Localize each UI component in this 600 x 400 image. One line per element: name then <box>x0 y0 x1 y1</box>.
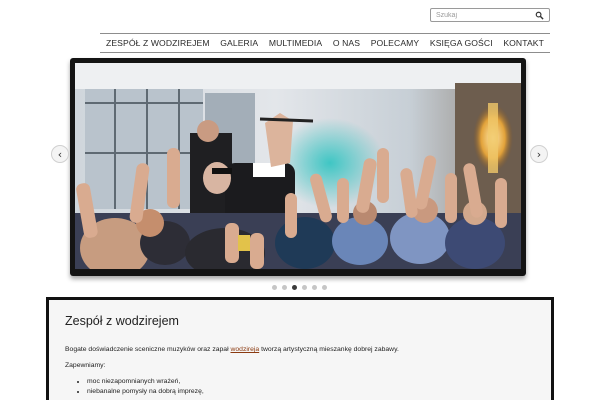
nav-item-multimedia[interactable]: MULTIMEDIA <box>269 38 322 48</box>
subheading: Zapewniamy: <box>65 362 106 369</box>
nav-item-polecamy[interactable]: POLECAMY <box>371 38 420 48</box>
wodzireja-link[interactable]: wodzireja <box>230 346 259 353</box>
image-slider <box>70 58 526 276</box>
page: ZESPÓŁ Z WODZIREJEM GALERIA MULTIMEDIA O… <box>0 0 600 400</box>
page-title: Zespół z wodzirejem <box>65 314 179 328</box>
slider-dot-6[interactable] <box>322 285 327 290</box>
list-item: moc niezapomnianych wrażeń, <box>87 378 535 385</box>
features-list: moc niezapomnianych wrażeń, niebanalne p… <box>87 378 535 395</box>
party-photo <box>75 63 521 269</box>
chevron-left-icon: ‹ <box>57 147 63 161</box>
slider-pagination <box>272 285 327 290</box>
list-item: niebanalne pomysły na dobrą imprezę, <box>87 388 535 395</box>
slider-dot-5[interactable] <box>312 285 317 290</box>
content-box: Zespół z wodzirejem Bogate doświadczenie… <box>46 297 554 400</box>
nav-item-zespol[interactable]: ZESPÓŁ Z WODZIREJEM <box>106 38 210 48</box>
slider-dot-4[interactable] <box>302 285 307 290</box>
search-input[interactable] <box>431 9 531 21</box>
intro-text-after: tworzą artystyczną mieszankę dobrej zaba… <box>259 346 399 353</box>
slide-image <box>75 63 521 269</box>
intro-text-before: Bogate doświadczenie sceniczne muzyków o… <box>65 346 231 353</box>
slider-dot-3[interactable] <box>292 285 297 290</box>
slider-next-button[interactable]: › <box>530 145 548 163</box>
nav-item-galeria[interactable]: GALERIA <box>220 38 258 48</box>
search-box[interactable] <box>430 8 550 22</box>
slider-prev-button[interactable]: ‹ <box>51 145 69 163</box>
nav-item-o-nas[interactable]: O NAS <box>333 38 360 48</box>
intro-paragraph: Bogate doświadczenie sceniczne muzyków o… <box>65 346 535 353</box>
chevron-right-icon: › <box>536 147 542 161</box>
nav-item-kontakt[interactable]: KONTAKT <box>503 38 544 48</box>
slider-dot-2[interactable] <box>282 285 287 290</box>
slider-dot-1[interactable] <box>272 285 277 290</box>
magnifier-icon[interactable] <box>535 11 544 20</box>
nav-item-ksiega-gosci[interactable]: KSIĘGA GOŚCI <box>430 38 493 48</box>
main-nav: ZESPÓŁ Z WODZIREJEM GALERIA MULTIMEDIA O… <box>100 33 550 53</box>
